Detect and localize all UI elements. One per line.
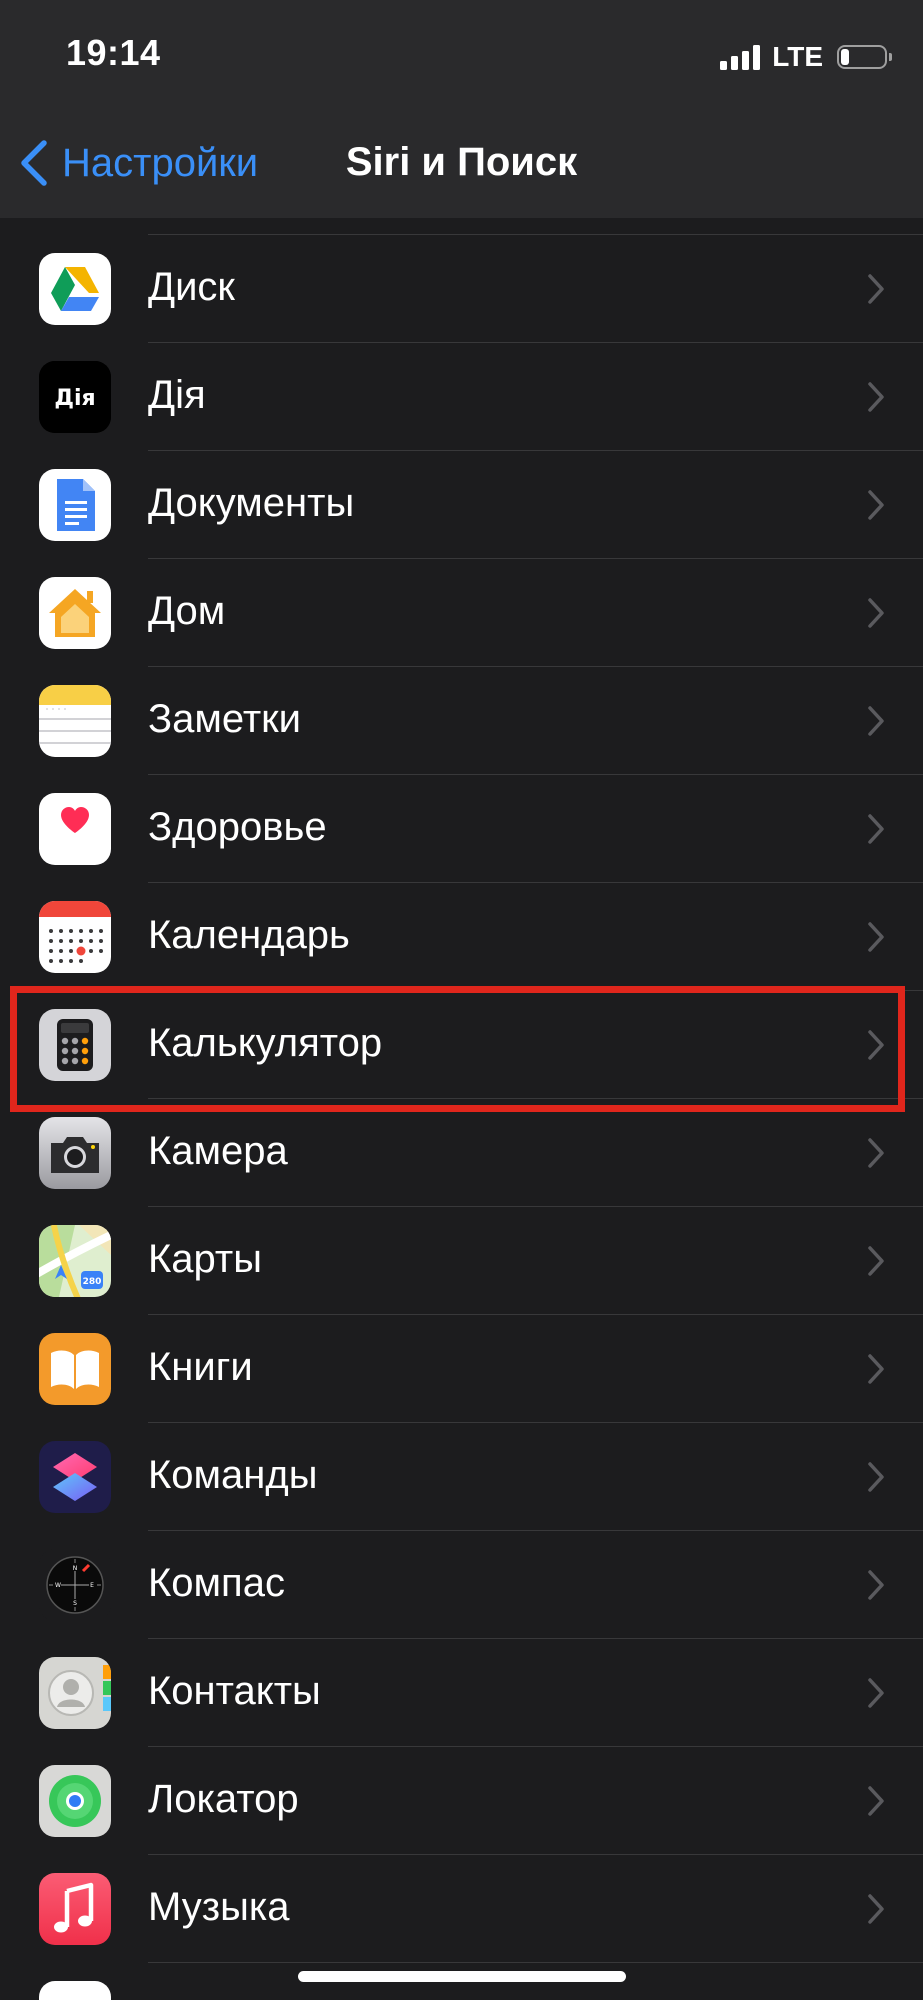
- chevron-right-icon: [867, 921, 885, 953]
- cellular-signal-icon: [720, 44, 761, 70]
- list-item-shortcuts[interactable]: Команды: [0, 1423, 923, 1531]
- chevron-right-icon: [867, 381, 885, 413]
- list-item-label: Заметки: [148, 697, 301, 741]
- status-bar: 19:14 LTE: [0, 0, 923, 110]
- list-item-label: Диск: [148, 265, 235, 309]
- list-item-find-my[interactable]: Локатор: [0, 1747, 923, 1855]
- chevron-right-icon: [867, 1569, 885, 1601]
- chevron-right-icon: [867, 1245, 885, 1277]
- compass-letter-e: E: [90, 1582, 94, 1589]
- camera-icon: [39, 1117, 111, 1189]
- notes-icon: [39, 685, 111, 757]
- list-item-home[interactable]: Дом: [0, 559, 923, 667]
- list-item-label: Контакты: [148, 1669, 321, 1713]
- books-icon: [39, 1333, 111, 1405]
- list-item-notes[interactable]: Заметки: [0, 667, 923, 775]
- list-item-label: Дія: [148, 373, 206, 417]
- list-item-calendar[interactable]: Календарь: [0, 883, 923, 991]
- battery-fill: [841, 49, 849, 65]
- chevron-right-icon: [867, 597, 885, 629]
- music-icon: [39, 1873, 111, 1945]
- maps-icon: 280: [39, 1225, 111, 1297]
- contacts-icon: [39, 1657, 111, 1729]
- battery-icon: [837, 45, 892, 69]
- list-item-label: Компас: [148, 1561, 285, 1605]
- list-item-label: Камера: [148, 1129, 288, 1173]
- google-docs-icon: [39, 469, 111, 541]
- chevron-right-icon: [867, 273, 885, 305]
- chevron-right-icon: [867, 1677, 885, 1709]
- diia-icon-text: Дія: [54, 386, 95, 411]
- list-item-label: Карты: [148, 1237, 262, 1281]
- chevron-right-icon: [867, 1461, 885, 1493]
- compass-icon: N E S W: [39, 1549, 111, 1621]
- status-time: 19:14: [66, 32, 161, 73]
- list-item-camera[interactable]: Камера: [0, 1099, 923, 1207]
- list-item-books[interactable]: Книги: [0, 1315, 923, 1423]
- list-item-documents[interactable]: Документы: [0, 451, 923, 559]
- list-item-label: Книги: [148, 1345, 253, 1389]
- page-title: Siri и Поиск: [345, 140, 578, 184]
- chevron-right-icon: [867, 1893, 885, 1925]
- list-item-label: Музыка: [148, 1885, 290, 1929]
- screen: 19:14 LTE Настройки Siri и Поиск Диск Ді…: [0, 0, 923, 2000]
- compass-letter-w: W: [55, 1582, 61, 1589]
- app-icon-partial: [39, 1981, 111, 2000]
- list-top-separator: [0, 218, 923, 235]
- network-type: LTE: [772, 41, 823, 72]
- list-item-maps[interactable]: 280 Карты: [0, 1207, 923, 1315]
- compass-letter-n: N: [73, 1565, 78, 1572]
- compass-letter-s: S: [73, 1600, 77, 1607]
- google-drive-icon: [39, 253, 111, 325]
- find-my-icon: [39, 1765, 111, 1837]
- list-item-label: Команды: [148, 1453, 318, 1497]
- list-item-diia[interactable]: Дія Дія: [0, 343, 923, 451]
- list-item-calculator[interactable]: Калькулятор: [0, 991, 923, 1099]
- list-item-label: Здоровье: [148, 805, 327, 849]
- chevron-right-icon: [867, 489, 885, 521]
- list-item-label: Дом: [148, 589, 226, 633]
- chevron-right-icon: [867, 1785, 885, 1817]
- list-item-health[interactable]: Здоровье: [0, 775, 923, 883]
- chevron-right-icon: [867, 705, 885, 737]
- list-item-label: Локатор: [148, 1777, 299, 1821]
- chevron-right-icon: [867, 1353, 885, 1385]
- calculator-icon: [39, 1009, 111, 1081]
- diia-icon: Дія: [39, 361, 111, 433]
- list-item-contacts[interactable]: Контакты: [0, 1639, 923, 1747]
- calendar-icon: [39, 901, 111, 973]
- app-list: Диск Дія Дія Документы Дом Заметки Здоро…: [0, 218, 923, 2000]
- chevron-right-icon: [867, 1137, 885, 1169]
- home-indicator[interactable]: [298, 1971, 626, 1982]
- status-indicators: LTE: [720, 40, 892, 74]
- chevron-right-icon: [867, 813, 885, 845]
- chevron-right-icon: [867, 1029, 885, 1061]
- navigation-bar: Настройки Siri и Поиск: [0, 110, 923, 219]
- list-item-disk[interactable]: Диск: [0, 235, 923, 343]
- shortcuts-icon: [39, 1441, 111, 1513]
- list-item-compass[interactable]: N E S W Компас: [0, 1531, 923, 1639]
- list-item-music[interactable]: Музыка: [0, 1855, 923, 1963]
- list-item-label: Календарь: [148, 913, 350, 957]
- home-icon: [39, 577, 111, 649]
- list-item-label: Калькулятор: [148, 1021, 383, 1065]
- health-icon: [39, 793, 111, 865]
- list-item-label: Документы: [148, 481, 355, 525]
- maps-icon-text: 280: [83, 1277, 102, 1287]
